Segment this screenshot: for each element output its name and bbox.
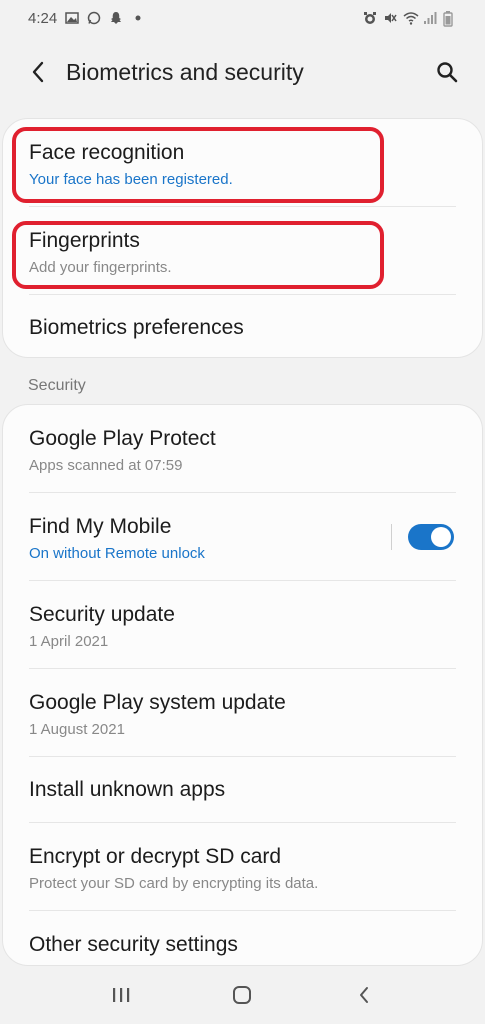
item-subtitle: Protect your SD card by encrypting its d… [29, 875, 319, 892]
back-nav-icon [360, 987, 369, 1003]
item-title: Install unknown apps [29, 778, 226, 801]
item-title: Encrypt or decrypt SD card [29, 845, 282, 868]
list-item-google-play-system-update[interactable]: Google Play system update 1 August 2021 [3, 669, 482, 757]
item-subtitle: 1 April 2021 [29, 633, 109, 650]
back-button[interactable] [20, 54, 56, 90]
item-title: Security update [29, 603, 175, 626]
item-subtitle: 1 August 2021 [29, 721, 125, 738]
recent-apps-icon [112, 988, 130, 1002]
alarm-icon [363, 11, 377, 25]
item-title: Google Play system update [29, 691, 286, 714]
image-icon [65, 11, 79, 25]
status-right [363, 11, 457, 27]
list-item-find-my-mobile[interactable]: Find My Mobile On without Remote unlock [3, 493, 482, 581]
item-subtitle: Apps scanned at 07:59 [29, 457, 183, 474]
section-label-security: Security [28, 377, 86, 394]
home-icon [233, 986, 252, 1004]
find-my-mobile-toggle[interactable] [408, 524, 454, 550]
list-item-other-security-settings[interactable]: Other security settings [3, 911, 482, 965]
security-card: Google Play Protect Apps scanned at 07:5… [2, 404, 483, 966]
mute-icon [383, 11, 397, 25]
item-title: Biometrics preferences [29, 316, 244, 339]
status-bar: 4:24 [0, 0, 485, 36]
list-item-google-play-protect[interactable]: Google Play Protect Apps scanned at 07:5… [3, 405, 482, 493]
status-left: 4:24 [28, 10, 145, 27]
toggle-separator [391, 524, 392, 550]
snapchat-icon [109, 11, 123, 25]
wifi-icon [403, 11, 419, 25]
header: Biometrics and security [0, 40, 485, 104]
toggle-knob [431, 527, 451, 547]
back-arrow-icon [32, 61, 44, 83]
signal-icon [423, 11, 437, 25]
highlight-fingerprints [12, 221, 384, 289]
back-nav-button[interactable] [344, 975, 384, 1015]
toggle-wrap [391, 493, 454, 581]
nav-bar [0, 966, 485, 1024]
list-item-biometrics-preferences[interactable]: Biometrics preferences [3, 295, 482, 357]
item-title: Google Play Protect [29, 427, 216, 450]
list-item-security-update[interactable]: Security update 1 April 2021 [3, 581, 482, 669]
page-title: Biometrics and security [66, 58, 304, 85]
list-item-install-unknown-apps[interactable]: Install unknown apps [3, 757, 482, 823]
status-time: 4:24 [28, 9, 58, 27]
whatsapp-icon [87, 11, 101, 25]
item-title: Other security settings [29, 933, 238, 956]
highlight-face-recognition [12, 127, 384, 203]
dot-icon [131, 11, 145, 25]
list-item-encrypt-sd-card[interactable]: Encrypt or decrypt SD card Protect your … [3, 823, 482, 911]
search-icon [437, 62, 458, 83]
battery-icon [443, 11, 457, 27]
recent-apps-button[interactable] [101, 975, 141, 1015]
search-button[interactable] [429, 54, 465, 90]
home-button[interactable] [222, 975, 262, 1015]
